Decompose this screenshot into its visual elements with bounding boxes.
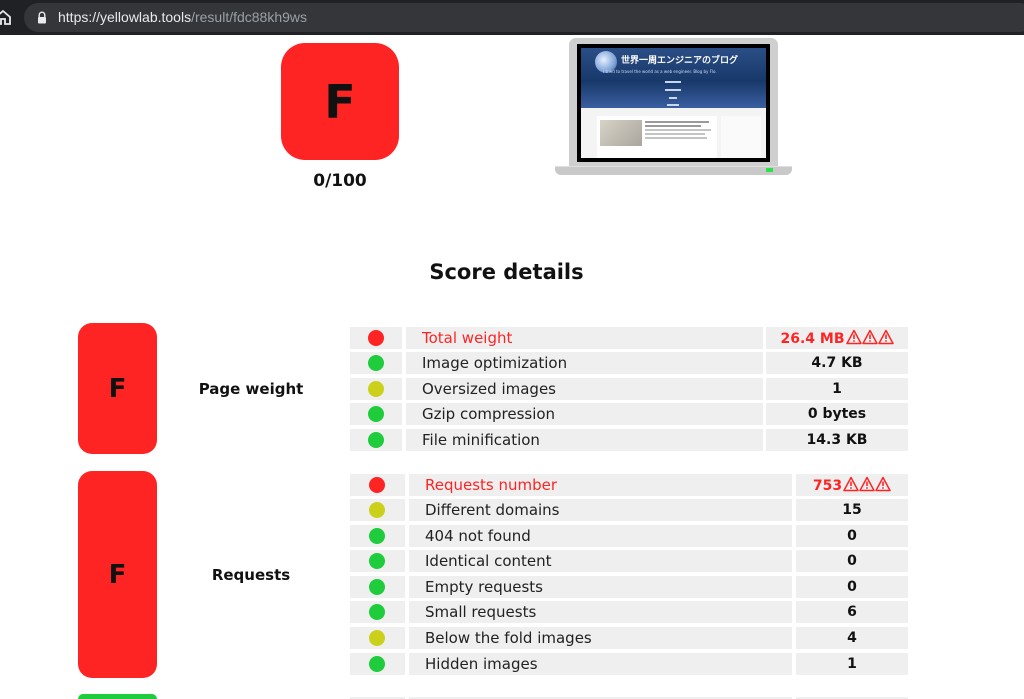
url-path: /result/fdc88kh9ws (191, 9, 308, 25)
site-nav-item (667, 104, 679, 106)
rule-value: 15 (842, 502, 862, 518)
site-nav-item (669, 97, 677, 99)
rule-name[interactable]: 404 not found (425, 527, 531, 545)
status-dot-bad (369, 477, 385, 493)
rule-value: 0 (847, 528, 857, 544)
rule-name[interactable]: Different domains (425, 501, 560, 519)
rule-name[interactable]: Gzip compression (422, 405, 555, 423)
site-article (597, 116, 717, 158)
rule-value: 0 bytes (807, 406, 867, 422)
rule-value: 4.7 KB (811, 355, 863, 371)
rule-name[interactable]: Hidden images (425, 655, 538, 673)
rule-value: 1 (832, 381, 842, 397)
next-category-grade-badge (78, 694, 157, 699)
site-header: 世界一周エンジニアのブログ I tried to travel the worl… (581, 48, 766, 108)
status-dot-bad (368, 330, 384, 346)
rule-value: 0 (847, 553, 857, 569)
laptop-frame: 世界一周エンジニアのブログ I tried to travel the worl… (569, 38, 778, 166)
rule-name[interactable]: Image optimization (422, 354, 567, 372)
rule-value: 14.3 KB (806, 432, 868, 448)
global-score: 0/100 (313, 171, 367, 191)
site-subtitle: I tried to travel the world as a web eng… (603, 69, 717, 74)
site-nav-item (665, 81, 681, 83)
rule-name[interactable]: Requests number (425, 476, 557, 494)
status-dot-good (368, 355, 384, 371)
status-dot-good (369, 553, 385, 569)
site-article-thumbnail (600, 120, 642, 146)
status-dot-average (369, 630, 385, 646)
requests-label[interactable]: Requests (176, 566, 326, 584)
rule-value: 753 (796, 476, 908, 495)
rule-name[interactable]: Total weight (422, 329, 512, 347)
browser-toolbar: https://yellowlab.tools/result/fdc88kh9w… (0, 0, 1024, 35)
site-nav-item (665, 89, 681, 91)
status-dot-good (369, 604, 385, 620)
status-dot-good (369, 528, 385, 544)
rule-value: 26.4 MB (766, 329, 908, 348)
address-bar[interactable]: https://yellowlab.tools/result/fdc88kh9w… (24, 3, 1024, 32)
rule-name[interactable]: File minification (422, 431, 540, 449)
rule-name[interactable]: Small requests (425, 603, 536, 621)
rule-name[interactable]: Below the fold images (425, 629, 592, 647)
page-weight-grade-badge: F (78, 323, 157, 454)
status-dot-average (369, 502, 385, 518)
laptop-led (766, 168, 773, 172)
home-icon[interactable] (0, 8, 12, 26)
score-details-title: Score details (429, 260, 584, 284)
rule-value: 0 (847, 579, 857, 595)
site-title: 世界一周エンジニアのブログ (621, 56, 739, 66)
laptop-base (555, 166, 792, 175)
requests-grade-badge: F (78, 471, 157, 678)
status-dot-average (368, 381, 384, 397)
rule-value: 6 (847, 604, 857, 620)
status-dot-good (368, 432, 384, 448)
site-sidebar (721, 116, 761, 158)
url-host: https://yellowlab.tools (58, 9, 192, 25)
page-screenshot-preview: 世界一周エンジニアのブログ I tried to travel the worl… (555, 38, 792, 178)
global-grade-badge: F (281, 43, 399, 160)
status-dot-good (369, 579, 385, 595)
site-article-text (645, 121, 713, 141)
status-dot-good (368, 406, 384, 422)
lock-icon[interactable] (37, 11, 47, 24)
url-text[interactable]: https://yellowlab.tools/result/fdc88kh9w… (58, 9, 307, 26)
site-screenshot: 世界一周エンジニアのブログ I tried to travel the worl… (581, 48, 766, 158)
rule-name[interactable]: Identical content (425, 552, 552, 570)
rule-name[interactable]: Oversized images (422, 380, 556, 398)
rule-name[interactable]: Empty requests (425, 578, 543, 596)
laptop-screen: 世界一周エンジニアのブログ I tried to travel the worl… (577, 44, 770, 162)
warning-icon (845, 329, 894, 345)
rule-value: 1 (847, 656, 857, 672)
rule-value: 4 (847, 630, 857, 646)
page-weight-label[interactable]: Page weight (176, 380, 326, 398)
status-dot-good (369, 656, 385, 672)
warning-icon (843, 476, 891, 492)
